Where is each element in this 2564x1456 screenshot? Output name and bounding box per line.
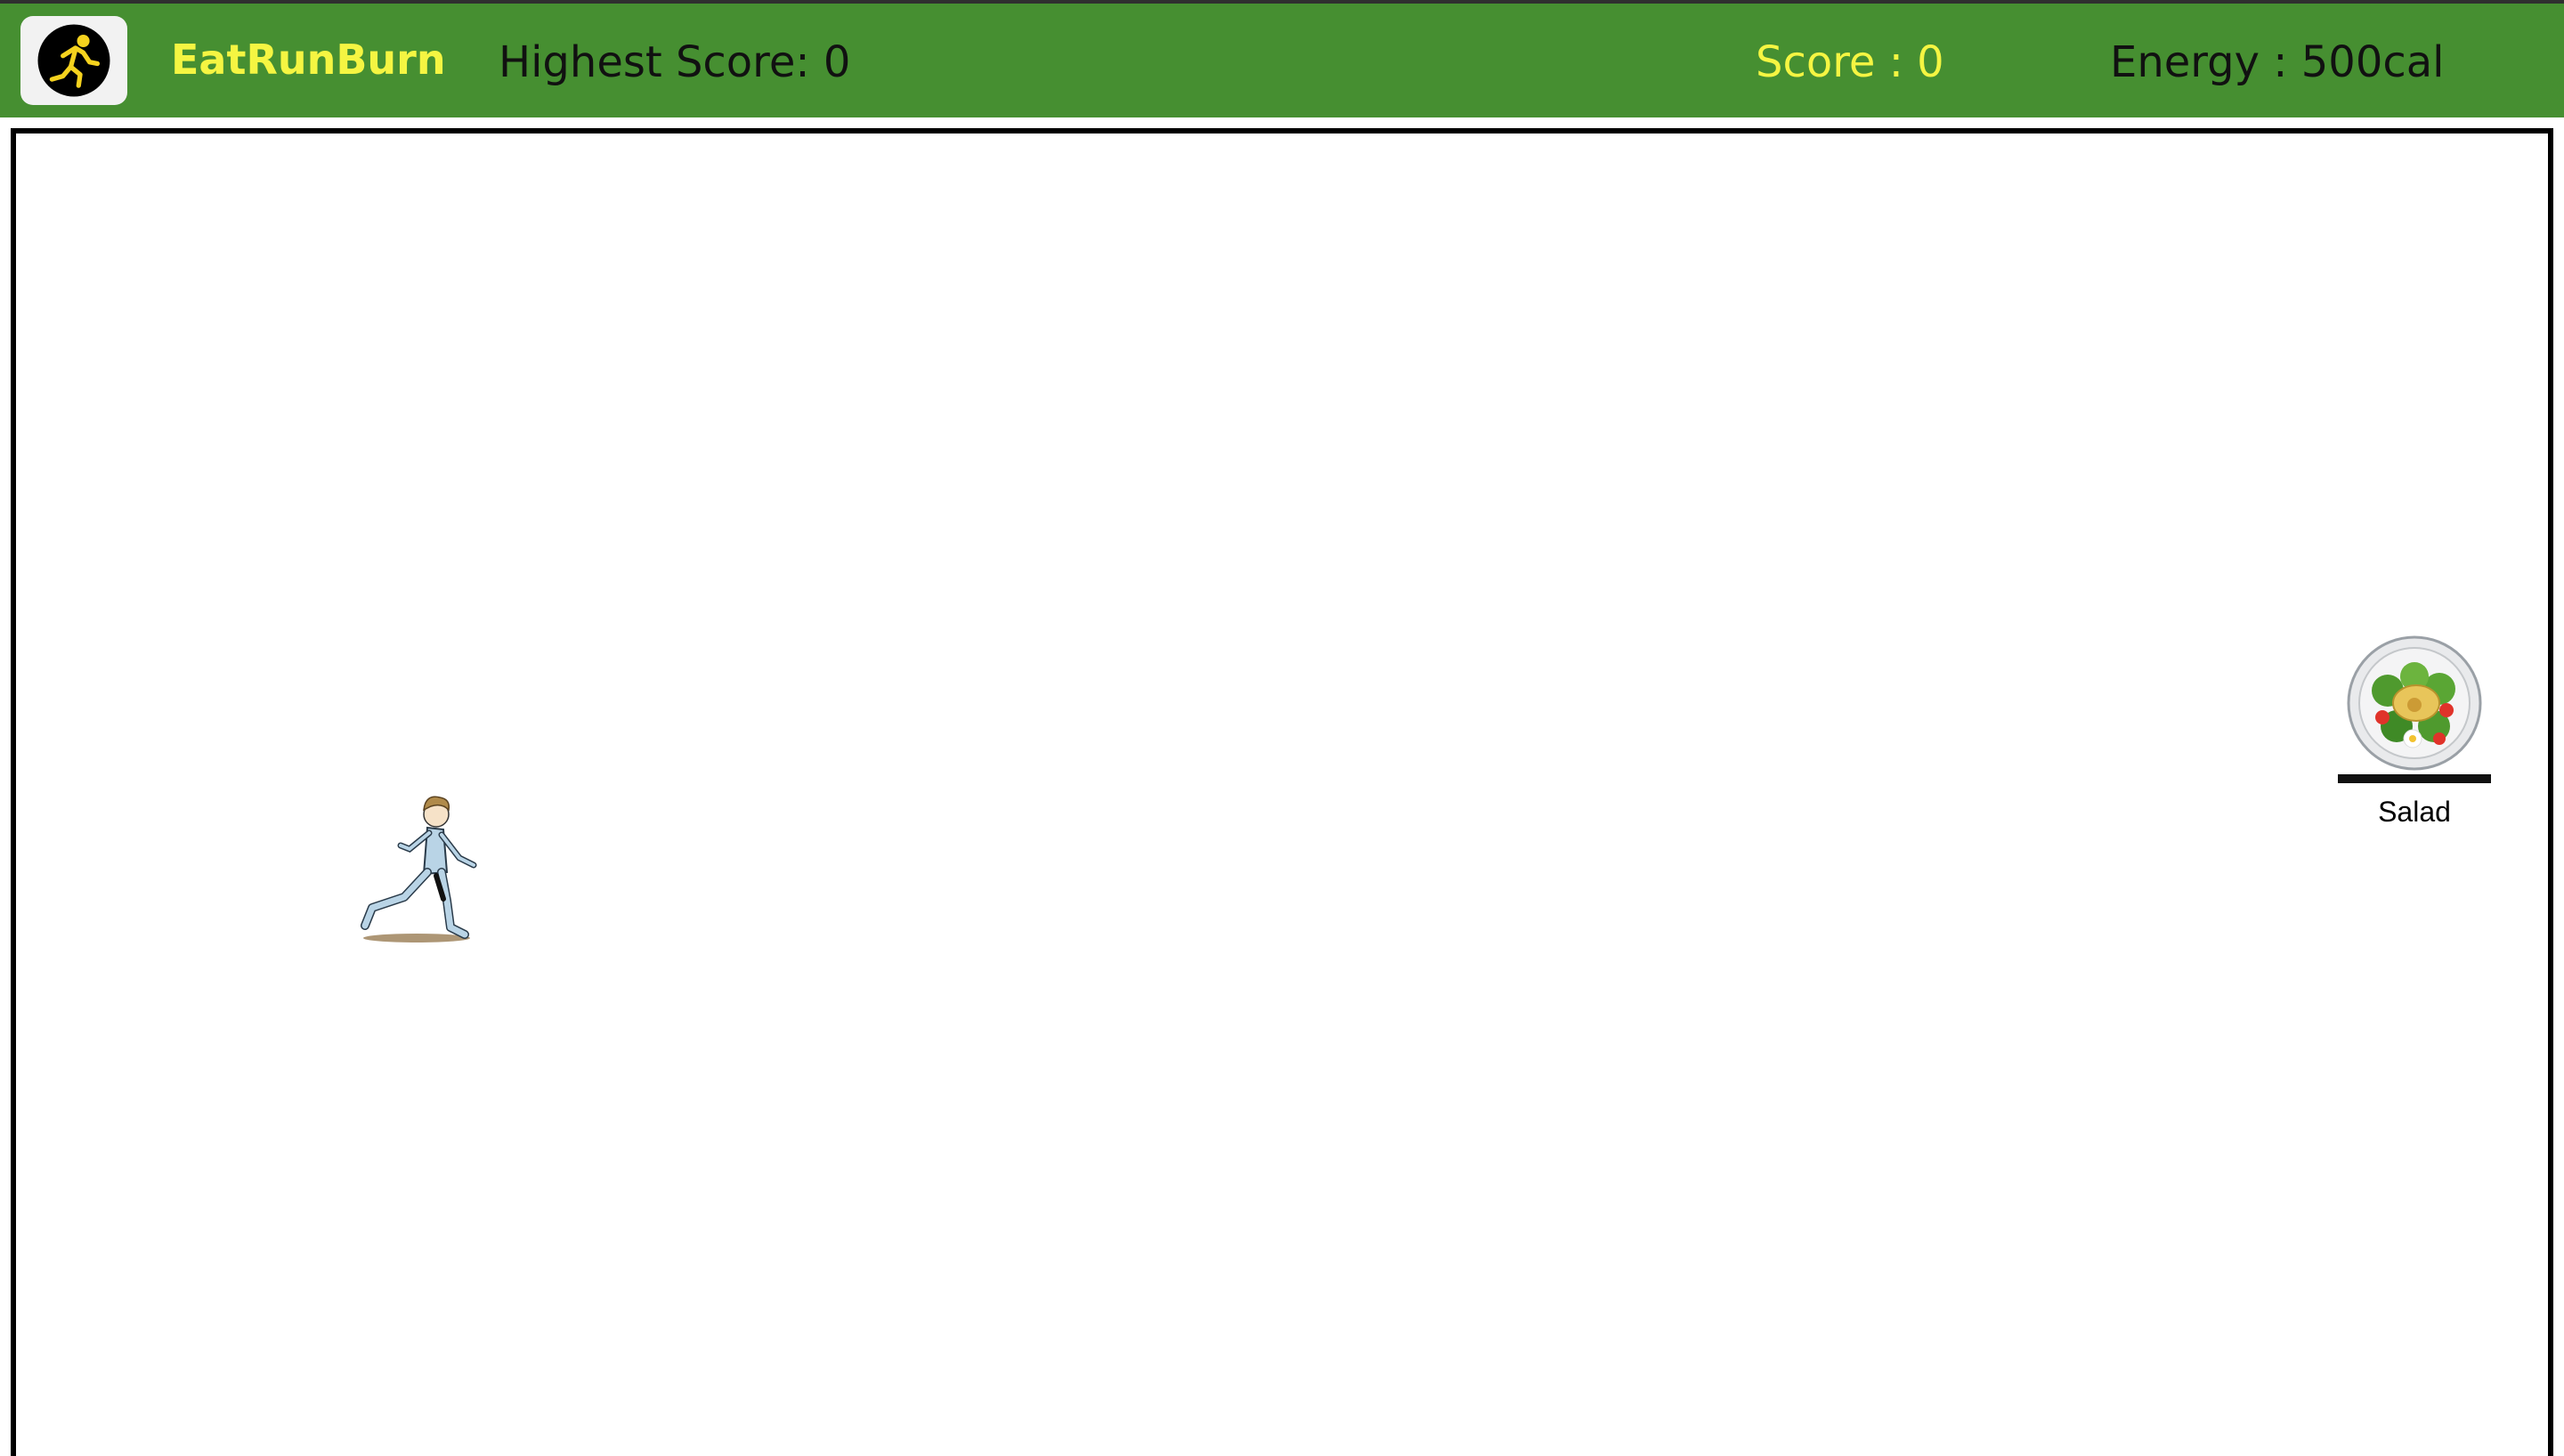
energy-label: Energy : xyxy=(2110,37,2301,87)
score-value: 0 xyxy=(1917,37,1944,87)
food-item[interactable]: Salad xyxy=(2334,634,2495,829)
game-canvas[interactable]: Salad xyxy=(11,128,2553,1456)
highest-score-label: Highest Score: xyxy=(499,37,824,87)
running-person-icon xyxy=(37,24,110,97)
highest-score: Highest Score: 0 xyxy=(499,37,850,87)
salad-plate-icon xyxy=(2338,635,2491,783)
app-logo xyxy=(20,16,127,105)
runner-sprite xyxy=(361,796,477,942)
top-bar: EatRunBurn Highest Score: 0 Score : 0 En… xyxy=(0,0,2564,117)
player-runner[interactable] xyxy=(354,667,488,952)
score-label: Score : xyxy=(1756,37,1918,87)
highest-score-value: 0 xyxy=(823,37,851,87)
food-label: Salad xyxy=(2378,796,2451,828)
energy-value: 500cal xyxy=(2300,37,2445,87)
energy-meter: Energy : 500cal xyxy=(2110,37,2445,87)
current-score: Score : 0 xyxy=(1756,37,1944,87)
brand-title: EatRunBurn xyxy=(171,36,446,84)
